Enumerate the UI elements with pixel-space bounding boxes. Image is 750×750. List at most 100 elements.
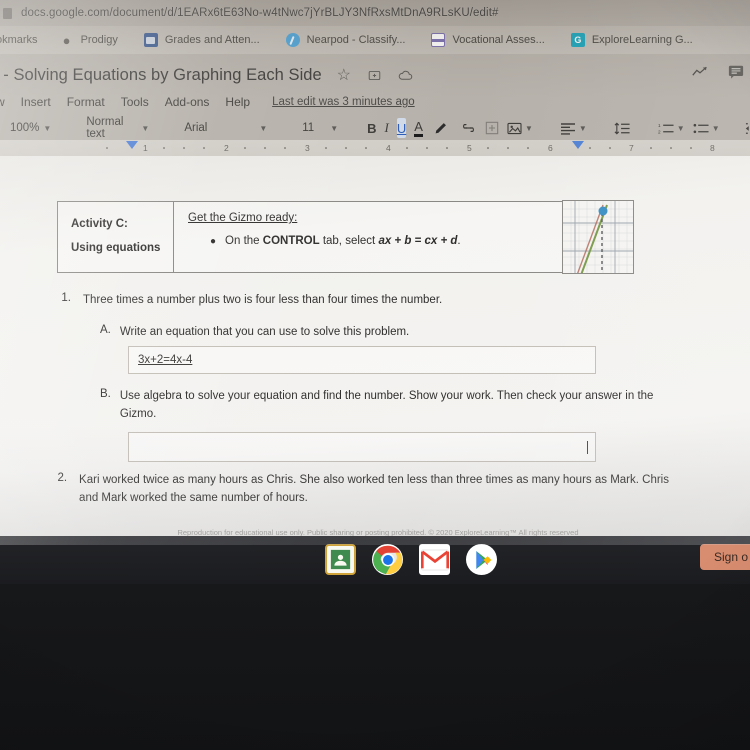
gizmo-graph-image: [562, 200, 634, 274]
italic-button[interactable]: I: [385, 118, 389, 138]
activity-label-line2: Using equations: [71, 242, 161, 255]
question-1-part-a: A. Write an equation that you can use to…: [100, 324, 660, 342]
chevron-down-icon[interactable]: ▼: [525, 124, 533, 133]
chevron-down-icon[interactable]: ▼: [43, 124, 51, 133]
bookmark-label: Grades and Atten...: [164, 34, 260, 46]
question-text: Three times a number plus two is four le…: [83, 294, 443, 306]
google-play-icon[interactable]: [466, 544, 497, 575]
highlight-pen-icon[interactable]: [433, 118, 448, 138]
docs-menu-bar[interactable]: w Insert Format Tools Add-ons Help Last …: [0, 90, 750, 114]
text-color-button[interactable]: A: [414, 119, 423, 137]
menu-item-tools[interactable]: Tools: [121, 95, 149, 109]
bookmark-nearpod[interactable]: Nearpod - Classify...: [285, 33, 406, 47]
font-family-control[interactable]: Arial ▼: [184, 122, 267, 134]
menu-item-format[interactable]: Format: [67, 95, 105, 109]
bold-button[interactable]: B: [367, 118, 376, 138]
explorelearning-icon: G: [570, 33, 585, 47]
browser-url-bar[interactable]: docs.google.com/document/d/1EARx6tE63No-…: [0, 0, 750, 26]
subpart-label: B.: [100, 388, 111, 400]
activity-dashboard-icon[interactable]: [692, 64, 708, 80]
zoom-level[interactable]: 100%: [10, 122, 39, 134]
bookmarks-bar[interactable]: okmarks ● Prodigy Grades and Atten... Ne…: [0, 26, 750, 54]
bookmark-label: Nearpod - Classify...: [306, 34, 406, 46]
gizmo-ready-heading: Get the Gizmo ready:: [188, 212, 298, 224]
zoom-control[interactable]: 100% ▼: [10, 122, 51, 134]
answer-box-1b[interactable]: [128, 432, 596, 462]
bookmark-explorelearning[interactable]: G ExploreLearning G...: [570, 33, 693, 47]
bookmark-grades-and-attendance[interactable]: Grades and Atten...: [143, 33, 260, 47]
link-icon[interactable]: [460, 118, 477, 138]
prodigy-icon: ●: [62, 32, 71, 48]
cloud-status-icon[interactable]: [398, 67, 414, 83]
paragraph-style-value[interactable]: Normal text: [86, 116, 123, 140]
question-1: 1. Three times a number plus two is four…: [57, 292, 657, 310]
ruler-tick: 3: [305, 143, 310, 153]
right-indent-marker[interactable]: [572, 141, 584, 149]
svg-text:2: 2: [658, 129, 661, 134]
numbered-list-icon[interactable]: 12: [658, 118, 674, 138]
paragraph-style-control[interactable]: Normal text ▼: [86, 116, 149, 140]
subpart-text: Write an equation that you can use to so…: [119, 326, 410, 338]
question-number: 1.: [61, 292, 71, 304]
menu-item-help[interactable]: Help: [225, 95, 250, 109]
document-page[interactable]: Activity C: Using equations Get the Gizm…: [0, 156, 750, 545]
star-icon[interactable]: ☆: [336, 67, 352, 84]
ruler-tick: 4: [386, 143, 391, 153]
ruler-tick: 8: [710, 143, 715, 153]
bookmark-vocational-assessment[interactable]: Vocational Asses...: [431, 33, 545, 47]
align-left-icon[interactable]: [560, 118, 576, 138]
menu-item-add-ons[interactable]: Add-ons: [165, 95, 210, 109]
comment-icon[interactable]: [728, 64, 744, 80]
bookmark-prodigy[interactable]: ● Prodigy: [60, 33, 118, 47]
top-right-icons: [692, 64, 744, 80]
move-to-folder-icon[interactable]: [367, 67, 383, 83]
ruler-inner: 1 2 3 4 5 6 7 8: [0, 140, 750, 156]
bullet-prefix: On the: [225, 235, 263, 247]
font-size-value[interactable]: 11: [302, 122, 314, 134]
activity-label-cell: Activity C: Using equations: [58, 202, 174, 272]
line-spacing-icon[interactable]: [614, 118, 631, 138]
chevron-down-icon[interactable]: ▼: [712, 124, 720, 133]
document-ruler[interactable]: 1 2 3 4 5 6 7 8: [0, 140, 750, 156]
question-1-part-b: B. Use algebra to solve your equation an…: [100, 388, 672, 424]
left-indent-marker[interactable]: [126, 141, 138, 149]
page-title[interactable]: t - Solving Equations by Graphing Each S…: [0, 66, 322, 85]
gmail-icon[interactable]: [419, 544, 450, 575]
answer-text-1a[interactable]: 3x+2=4x-4: [129, 347, 595, 366]
bookmark-label: Prodigy: [80, 34, 118, 46]
google-classroom-icon[interactable]: [325, 544, 356, 575]
underline-button[interactable]: U: [396, 118, 407, 138]
question-number: 2.: [57, 472, 68, 484]
menu-item-insert[interactable]: Insert: [21, 95, 51, 109]
url-text[interactable]: docs.google.com/document/d/1EARx6tE63No-…: [21, 7, 499, 19]
font-family-value[interactable]: Arial: [184, 122, 207, 134]
menu-item-view[interactable]: w: [0, 95, 5, 109]
chromeos-shelf[interactable]: Sign o: [0, 536, 750, 584]
chevron-down-icon[interactable]: ▼: [579, 124, 587, 133]
question-text: Kari worked twice as many hours as Chris…: [79, 474, 669, 504]
answer-box-1a[interactable]: 3x+2=4x-4: [128, 346, 596, 374]
sign-out-button[interactable]: Sign o: [699, 544, 750, 570]
page-favicon: [3, 7, 12, 19]
add-comment-icon[interactable]: [485, 118, 499, 138]
chevron-down-icon[interactable]: ▼: [141, 124, 149, 133]
docs-toolbar[interactable]: 100% ▼ Normal text ▼ Arial ▼ 11 ▼ B I U …: [0, 116, 750, 140]
subpart-label: A.: [100, 324, 111, 336]
shelf-app-icons: [325, 544, 497, 575]
decrease-indent-icon[interactable]: [745, 118, 750, 138]
ruler-tick: 2: [224, 143, 229, 153]
chevron-down-icon[interactable]: ▼: [330, 124, 338, 133]
ruler-tick: 6: [548, 143, 553, 153]
bookmark-label: Vocational Asses...: [452, 34, 545, 46]
nearpod-icon: [285, 33, 300, 47]
google-chrome-icon[interactable]: [372, 544, 403, 575]
chevron-down-icon[interactable]: ▼: [259, 124, 267, 133]
last-edit-status[interactable]: Last edit was 3 minutes ago: [272, 96, 415, 108]
chromebook-screen: docs.google.com/document/d/1EARx6tE63No-…: [0, 0, 750, 550]
chevron-down-icon[interactable]: ▼: [677, 124, 685, 133]
bookmarks-folder-label[interactable]: okmarks: [0, 34, 38, 46]
font-size-control[interactable]: 11 ▼: [302, 122, 338, 134]
bulleted-list-icon[interactable]: [693, 118, 709, 138]
bullet-suffix: .: [457, 235, 461, 247]
insert-image-icon[interactable]: [507, 118, 522, 138]
